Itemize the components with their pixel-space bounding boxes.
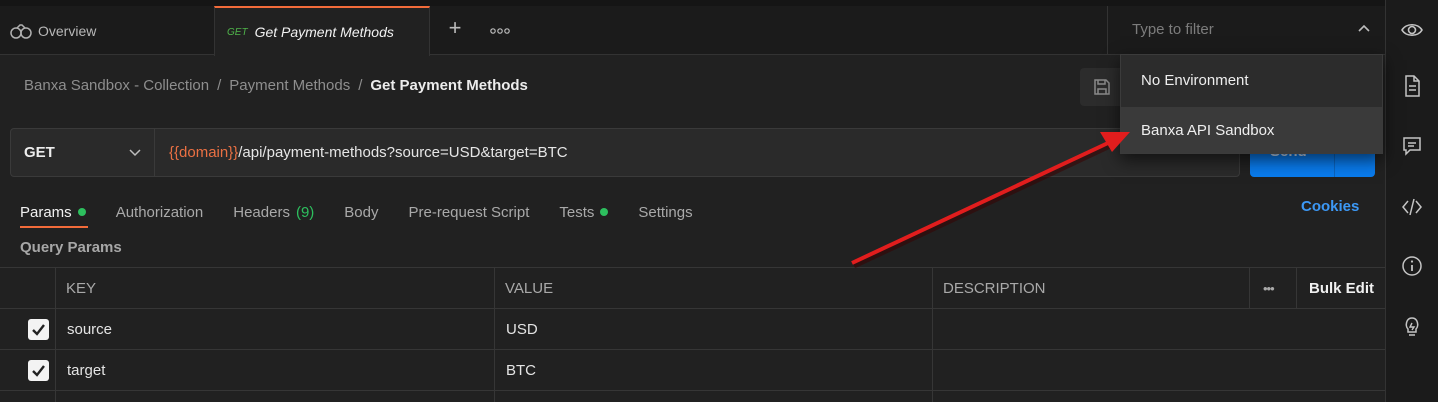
tests-active-dot [600,208,609,216]
param-description-cell[interactable] [944,350,1244,391]
param-description-cell[interactable] [944,309,1244,350]
environment-filter-input[interactable]: Type to filter [1132,21,1214,38]
query-params-title: Query Params [20,239,122,256]
bulk-edit-button[interactable]: Bulk Edit [1309,268,1374,309]
env-option-banxa-api-sandbox[interactable]: Banxa API Sandbox [1121,107,1382,153]
tab-method-badge: GET [227,26,248,38]
url-path: /api/payment-methods?source=USD&target=B… [238,144,568,161]
tab-overview[interactable]: Overview [0,6,214,55]
breadcrumb-current[interactable]: Get Payment Methods [370,77,528,94]
tab-params-label: Params [20,203,72,221]
overview-icon [10,23,32,39]
tab-authorization[interactable]: Authorization [116,198,204,226]
environment-dropdown: No Environment Banxa API Sandbox [1120,54,1383,154]
save-button[interactable] [1080,68,1124,106]
row-checkbox[interactable] [28,319,49,340]
tab-more-options-button[interactable] [488,18,512,40]
column-header-key: KEY [66,280,97,297]
column-options-button[interactable]: ••• [1263,268,1275,309]
new-tab-button[interactable]: + [444,17,466,40]
request-url-bar: GET {{domain}}/api/payment-methods?sourc… [10,128,1240,177]
cookies-link[interactable]: Cookies [1301,198,1359,215]
column-header-description: DESCRIPTION [943,280,1046,297]
tab-body-label: Body [344,203,379,221]
table-row: target BTC [0,350,1385,391]
tab-prerequest-script[interactable]: Pre-request Script [409,198,530,226]
chevron-down-icon [129,149,141,157]
breadcrumb-folder[interactable]: Payment Methods [229,77,350,94]
more-horizontal-icon [490,28,510,34]
tab-headers-label: Headers [233,203,290,221]
breadcrumb-separator: / [217,77,222,94]
method-selector[interactable]: GET [11,129,155,176]
breadcrumb-separator: / [358,77,363,94]
breadcrumb-collection[interactable]: Banxa Sandbox - Collection [24,77,209,94]
tab-tests[interactable]: Tests [559,198,609,226]
info-icon[interactable] [1400,254,1424,278]
eye-icon[interactable] [1400,18,1424,42]
param-value-cell[interactable]: USD [506,309,538,350]
tab-get-payment-methods[interactable]: GET Get Payment Methods [214,6,430,56]
tab-tests-label: Tests [559,203,595,221]
breadcrumb: Banxa Sandbox - Collection / Payment Met… [24,77,528,94]
env-option-no-environment[interactable]: No Environment [1121,57,1382,103]
headers-count: (9) [295,203,315,221]
column-header-value: VALUE [505,280,554,297]
code-icon[interactable] [1400,195,1424,219]
tab-params[interactable]: Params [20,198,88,228]
lightbulb-icon[interactable] [1400,314,1424,338]
method-label: GET [24,144,55,161]
row-checkbox[interactable] [28,360,49,381]
url-input[interactable]: {{domain}}/api/payment-methods?source=US… [169,144,568,161]
tab-overview-label: Overview [38,22,97,39]
tab-body[interactable]: Body [344,198,378,226]
comment-icon[interactable] [1400,134,1424,158]
tab-settings-label: Settings [638,203,693,221]
tab-headers[interactable]: Headers (9) [233,198,314,226]
document-icon[interactable] [1400,74,1424,98]
params-active-dot [77,208,86,216]
save-icon [1094,79,1110,95]
param-key-cell[interactable]: source [67,309,112,350]
chevron-up-icon[interactable] [1356,20,1372,36]
url-variable: {{domain}} [169,144,239,161]
request-subtabs: Params Authorization Headers (9) Body Pr… [20,198,693,228]
checkmark-icon [32,365,45,377]
checkmark-icon [32,324,45,336]
tab-authorization-label: Authorization [115,203,204,221]
table-header-row: KEY VALUE DESCRIPTION ••• Bulk Edit [0,268,1385,309]
tab-title: Get Payment Methods [254,24,394,40]
query-params-table: KEY VALUE DESCRIPTION ••• Bulk Edit sour… [0,267,1385,402]
tab-settings[interactable]: Settings [638,198,692,226]
table-row: source USD [0,309,1385,350]
param-key-cell[interactable]: target [67,350,105,391]
tab-prerequest-label: Pre-request Script [408,203,530,221]
param-value-cell[interactable]: BTC [506,350,536,391]
